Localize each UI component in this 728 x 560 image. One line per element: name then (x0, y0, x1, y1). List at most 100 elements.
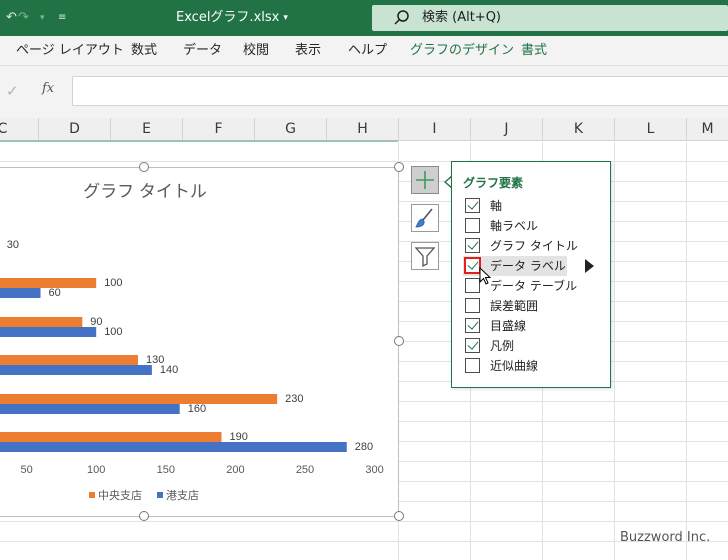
data-label: 30 (7, 239, 19, 251)
chart-element-checkbox[interactable] (465, 278, 480, 293)
bar-minato-5 (0, 404, 180, 414)
chart-element-label: 目盛線 (490, 319, 527, 333)
watermark: Buzzword Inc. (620, 530, 711, 545)
chart-element-checkbox[interactable] (465, 218, 480, 233)
tab-help[interactable]: ヘルプ (348, 42, 387, 60)
bar-minato-3 (0, 327, 97, 337)
chart-elements-button[interactable] (411, 166, 439, 194)
data-label: 100 (104, 326, 122, 338)
mouse-cursor-icon (479, 267, 492, 285)
tab-formulas[interactable]: 数式 (131, 42, 157, 60)
column-header-m[interactable]: M (686, 118, 728, 141)
chart-element-item[interactable]: 凡例 (463, 336, 567, 356)
bar-chuo-3 (0, 317, 83, 327)
chart-element-checkbox[interactable] (465, 318, 480, 333)
bar-chuo-5 (0, 394, 278, 404)
chart-title: グラフ タイトル (83, 182, 207, 201)
tab-page-layout[interactable]: ページ レイアウト (16, 42, 124, 60)
chart-element-checkbox[interactable] (465, 338, 480, 353)
grid-line (686, 142, 687, 560)
resize-handle-right[interactable] (394, 336, 404, 346)
redo-dropdown-icon[interactable]: ▾ (40, 9, 45, 27)
chart-elements-panel: グラフ要素 軸軸ラベル グラフ タイトル データ ラベル データ テーブル 誤差範囲 目盛… (451, 161, 611, 388)
panel-title: グラフ要素 (463, 176, 524, 190)
chart-element-label: 凡例 (490, 339, 515, 353)
bar-chart: グラフ タイトル30010060901001301402301601902805… (0, 182, 384, 502)
column-headers: C D E F G H I J K L M (0, 118, 728, 141)
column-header-g[interactable]: G (254, 118, 326, 141)
chart-element-label: 近似曲線 (490, 359, 539, 373)
column-header-j[interactable]: J (470, 118, 542, 141)
tab-view[interactable]: 表示 (295, 42, 321, 60)
formula-input[interactable] (72, 76, 728, 106)
chart-element-item[interactable]: 近似曲線 (463, 356, 567, 376)
data-label: 230 (285, 393, 303, 405)
chart-element-label: グラフ タイトル (490, 239, 578, 253)
chart-element-item[interactable]: グラフ タイトル (463, 236, 578, 256)
file-title-label: Excelグラフ.xlsx (176, 10, 280, 25)
grid-line (0, 161, 728, 162)
x-tick-label: 150 (157, 464, 175, 476)
column-header-k[interactable]: K (542, 118, 614, 141)
data-labels-submenu-arrow[interactable] (585, 259, 594, 273)
search-box[interactable]: 検索 (Alt+Q) (372, 5, 728, 31)
column-header-d[interactable]: D (38, 118, 110, 141)
chart-element-item[interactable]: 軸ラベル (463, 216, 567, 236)
resize-handle-top-right[interactable] (394, 162, 404, 172)
redo-icon[interactable]: ↷ (18, 9, 29, 27)
search-icon (394, 10, 409, 25)
chart-element-checkbox[interactable] (465, 238, 480, 253)
chart-element-label: 軸 (490, 199, 503, 213)
data-label: 90 (90, 316, 102, 328)
bar-chuo-6 (0, 432, 222, 442)
column-header-c[interactable]: C (0, 118, 38, 141)
chart-element-item[interactable]: 目盛線 (463, 316, 567, 336)
undo-icon[interactable]: ↶ (6, 9, 17, 27)
chevron-down-icon: ▾ (283, 13, 288, 23)
legend-label: 港支店 (166, 488, 199, 502)
tab-data[interactable]: データ (183, 42, 222, 60)
column-header-l[interactable]: L (614, 118, 686, 141)
column-header-f[interactable]: F (182, 118, 254, 141)
chart-element-item[interactable]: 誤差範囲 (463, 296, 567, 316)
chart-styles-button[interactable] (411, 204, 439, 232)
column-header-h[interactable]: H (326, 118, 398, 141)
column-header-e[interactable]: E (110, 118, 182, 141)
x-tick-label: 200 (226, 464, 244, 476)
data-label: 160 (188, 403, 206, 415)
chart-filters-button[interactable] (411, 242, 439, 270)
formula-bar: ✓ fx (0, 66, 728, 118)
insert-function-icon[interactable]: fx (42, 81, 54, 96)
data-label: 140 (160, 364, 178, 376)
data-label: 280 (355, 441, 373, 453)
data-label: 100 (104, 277, 122, 289)
chart-element-label: データ テーブル (490, 279, 578, 293)
enter-check-icon[interactable]: ✓ (6, 82, 19, 100)
tab-review[interactable]: 校閲 (243, 42, 269, 60)
resize-handle-bottom[interactable] (139, 511, 149, 521)
brush-icon (415, 208, 433, 228)
legend-label: 中央支店 (98, 488, 142, 502)
column-header-i[interactable]: I (398, 118, 470, 141)
data-label: 60 (49, 287, 61, 299)
chart-element-checkbox[interactable] (465, 358, 480, 373)
chart-element-item[interactable]: 軸 (463, 196, 567, 216)
resize-handle-bottom-right[interactable] (394, 511, 404, 521)
x-tick-label: 50 (20, 464, 32, 476)
tab-format[interactable]: 書式 (521, 42, 547, 60)
bar-minato-6 (0, 442, 347, 452)
chart-element-checkbox[interactable] (465, 198, 480, 213)
resize-handle-top[interactable] (139, 162, 149, 172)
bar-minato-4 (0, 365, 152, 375)
chart-element-label: 軸ラベル (490, 219, 539, 233)
grid-line (614, 142, 615, 560)
chart-element-checkbox[interactable] (465, 298, 480, 313)
x-tick-label: 250 (296, 464, 314, 476)
customize-toolbar-icon[interactable]: ≡ (58, 9, 66, 27)
chart-area[interactable]: グラフ タイトル30010060901001301402301601902805… (0, 167, 399, 517)
grid-line (0, 521, 728, 522)
file-title[interactable]: Excelグラフ.xlsx ▾ (176, 9, 288, 27)
formula-buttons: ✓ fx (0, 76, 70, 106)
bar-chuo-4 (0, 355, 138, 365)
tab-chart-design[interactable]: グラフのデザイン (410, 42, 514, 60)
